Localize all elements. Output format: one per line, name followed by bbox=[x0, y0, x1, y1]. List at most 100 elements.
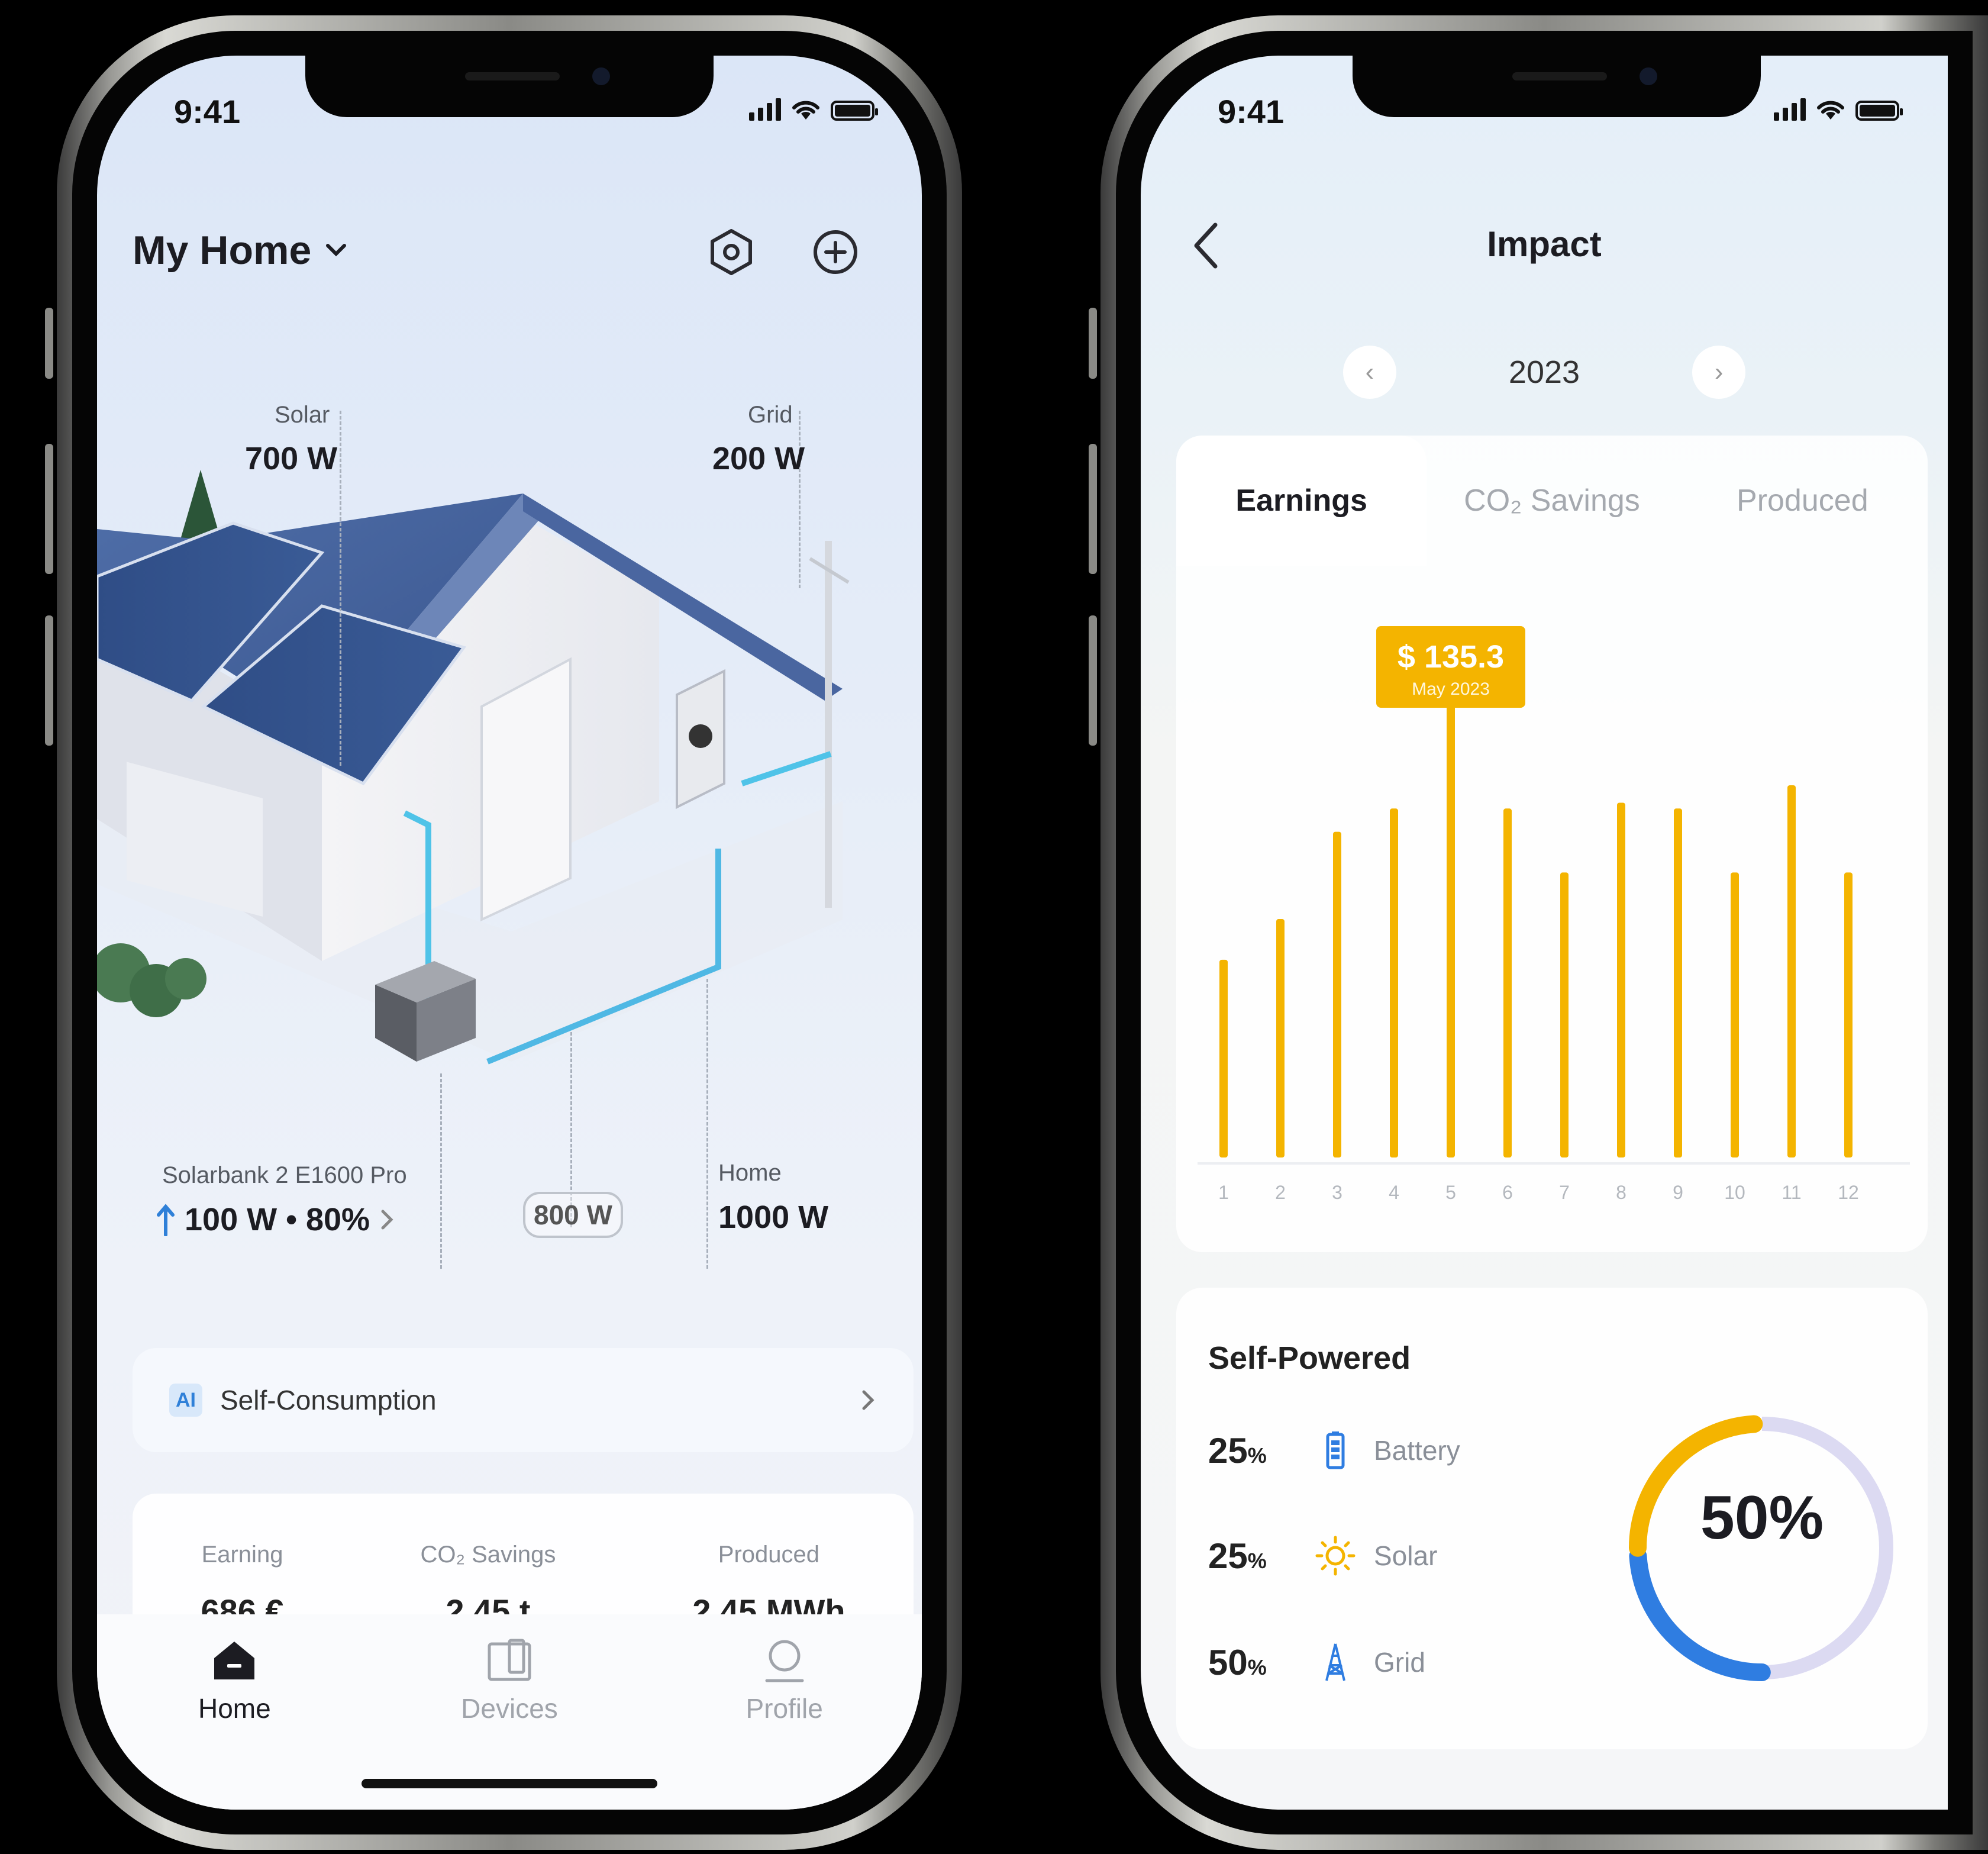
bar-9[interactable] bbox=[1674, 808, 1682, 1157]
x-tick-label: 3 bbox=[1332, 1182, 1342, 1203]
bar-6[interactable] bbox=[1503, 808, 1512, 1157]
self-powered-row-grid: 50% Grid bbox=[1208, 1642, 1425, 1682]
tab-earnings[interactable]: Earnings bbox=[1176, 436, 1427, 566]
self-powered-card: Self-Powered 25% Battery 25% Solar 50% G… bbox=[1176, 1288, 1928, 1749]
self-powered-row-solar: 25% Solar bbox=[1208, 1536, 1438, 1576]
battery-icon bbox=[1326, 1431, 1345, 1469]
solar-label: Solar bbox=[275, 402, 330, 428]
bar-1[interactable] bbox=[1219, 959, 1228, 1157]
volume-down-button bbox=[1089, 615, 1097, 746]
home-icon bbox=[214, 1642, 255, 1679]
mute-switch bbox=[45, 308, 53, 379]
year-selector: ‹ 2023 › bbox=[1141, 346, 1948, 399]
self-powered-title: Self-Powered bbox=[1208, 1340, 1411, 1376]
battery-label: Battery bbox=[1374, 1435, 1460, 1466]
mute-switch bbox=[1089, 308, 1097, 379]
arrow-up-icon bbox=[157, 1204, 175, 1236]
battery-pct: 25 bbox=[1208, 1430, 1248, 1471]
volume-down-button bbox=[45, 615, 53, 746]
mode-label: Self-Consumption bbox=[220, 1385, 437, 1416]
home-title: My Home bbox=[133, 228, 312, 273]
signal-icon bbox=[1774, 98, 1806, 121]
grid-value: 200 W bbox=[712, 441, 805, 476]
year-label: 2023 bbox=[1508, 354, 1580, 390]
right-phone-frame: 9:41 Impact ‹ 2023 › Earnings CO₂ Saving… bbox=[1100, 15, 1988, 1850]
sun-icon bbox=[1315, 1536, 1356, 1576]
solar-pct: 25 bbox=[1208, 1536, 1248, 1576]
x-tick-label: 1 bbox=[1218, 1182, 1229, 1203]
chevron-right-icon bbox=[862, 1390, 874, 1410]
tooltip-value: $ 135.3 bbox=[1398, 639, 1504, 675]
notch bbox=[305, 56, 714, 117]
solar-guide-line bbox=[340, 411, 341, 766]
grid-label: Grid bbox=[1374, 1647, 1425, 1678]
x-tick-label: 2 bbox=[1275, 1182, 1286, 1203]
page-title: Impact bbox=[1487, 224, 1602, 264]
add-device-icon[interactable] bbox=[811, 227, 860, 277]
grid-guide-line bbox=[799, 411, 801, 588]
home-flow-value: 1000 W bbox=[718, 1200, 829, 1235]
tab-profile[interactable]: Profile bbox=[696, 1638, 873, 1810]
devices-icon bbox=[488, 1639, 531, 1681]
tab-produced[interactable]: Produced bbox=[1677, 436, 1928, 566]
impact-screen: 9:41 Impact ‹ 2023 › Earnings CO₂ Saving… bbox=[1141, 56, 1948, 1810]
prev-year-button[interactable]: ‹ bbox=[1342, 346, 1396, 399]
house-illustration bbox=[97, 470, 850, 1065]
bar-5[interactable] bbox=[1447, 692, 1455, 1157]
home-screen: 9:41 My Home Solar 700 W Grid 200 W Sola… bbox=[97, 56, 922, 1810]
device-value: 100 W • 80% bbox=[185, 1202, 370, 1237]
battery-status-icon bbox=[831, 101, 878, 121]
device-status[interactable]: 100 W • 80% bbox=[155, 1201, 396, 1238]
next-year-button[interactable]: › bbox=[1692, 346, 1746, 399]
chevron-right-icon: › bbox=[1714, 357, 1724, 386]
mode-row[interactable]: AI Self-Consumption bbox=[133, 1348, 914, 1452]
bar-4[interactable] bbox=[1390, 808, 1398, 1157]
x-tick-label: 11 bbox=[1782, 1182, 1801, 1203]
profile-icon bbox=[765, 1640, 804, 1682]
bar-12[interactable] bbox=[1844, 872, 1853, 1157]
home-flow-label: Home bbox=[718, 1160, 782, 1186]
tooltip-label: May 2023 bbox=[1412, 679, 1490, 699]
ai-badge: AI bbox=[169, 1384, 202, 1417]
wifi-icon bbox=[1817, 101, 1844, 120]
bar-2[interactable] bbox=[1276, 919, 1285, 1157]
device-guide-line bbox=[440, 1073, 442, 1269]
status-icons bbox=[1774, 97, 1903, 121]
bar-3[interactable] bbox=[1333, 831, 1341, 1157]
tab-home[interactable]: Home bbox=[146, 1638, 323, 1810]
x-tick-label: 4 bbox=[1389, 1182, 1399, 1203]
middle-flow-pill: 800 W bbox=[523, 1192, 623, 1238]
x-tick-label: 9 bbox=[1673, 1182, 1683, 1203]
bar-10[interactable] bbox=[1731, 872, 1739, 1157]
wifi-icon bbox=[792, 101, 819, 120]
earnings-bar-chart: 1 2 3 4 5 6 7 8 9 10 11 12 $ 135.3May 2023 bbox=[1198, 626, 1910, 1203]
chevron-right-icon bbox=[381, 1210, 393, 1230]
device-label: Solarbank 2 E1600 Pro bbox=[162, 1162, 407, 1188]
solar-value: 700 W bbox=[245, 441, 338, 476]
bar-8[interactable] bbox=[1617, 802, 1625, 1157]
x-tick-label: 5 bbox=[1445, 1182, 1456, 1203]
grid-tower-icon bbox=[1325, 1643, 1345, 1681]
left-phone-frame: 9:41 My Home Solar 700 W Grid 200 W Sola… bbox=[57, 15, 962, 1850]
home-selector[interactable]: My Home bbox=[133, 227, 348, 273]
solar-label: Solar bbox=[1374, 1540, 1438, 1571]
battery-status-icon bbox=[1855, 101, 1903, 121]
status-time: 9:41 bbox=[1218, 93, 1285, 130]
earnings-card: Earnings CO₂ Savings Produced 1 2 3 4 5 6 7 8 9 1… bbox=[1176, 436, 1928, 1252]
status-icons bbox=[749, 97, 878, 121]
volume-up-button bbox=[1089, 444, 1097, 574]
x-tick-label: 6 bbox=[1502, 1182, 1513, 1203]
x-tick-label: 7 bbox=[1559, 1182, 1570, 1203]
self-powered-row-battery: 25% Battery bbox=[1208, 1430, 1460, 1471]
bar-11[interactable] bbox=[1787, 785, 1796, 1157]
impact-tabs: Earnings CO₂ Savings Produced bbox=[1176, 436, 1928, 566]
bar-7[interactable] bbox=[1560, 872, 1569, 1157]
volume-up-button bbox=[45, 444, 53, 574]
grid-label: Grid bbox=[748, 402, 793, 428]
x-tick-label: 8 bbox=[1616, 1182, 1626, 1203]
notch bbox=[1353, 56, 1761, 117]
tab-co2-savings[interactable]: CO₂ Savings bbox=[1427, 436, 1677, 566]
home-indicator bbox=[362, 1779, 657, 1788]
settings-hex-icon[interactable] bbox=[706, 227, 756, 277]
chevron-down-icon bbox=[326, 244, 347, 257]
